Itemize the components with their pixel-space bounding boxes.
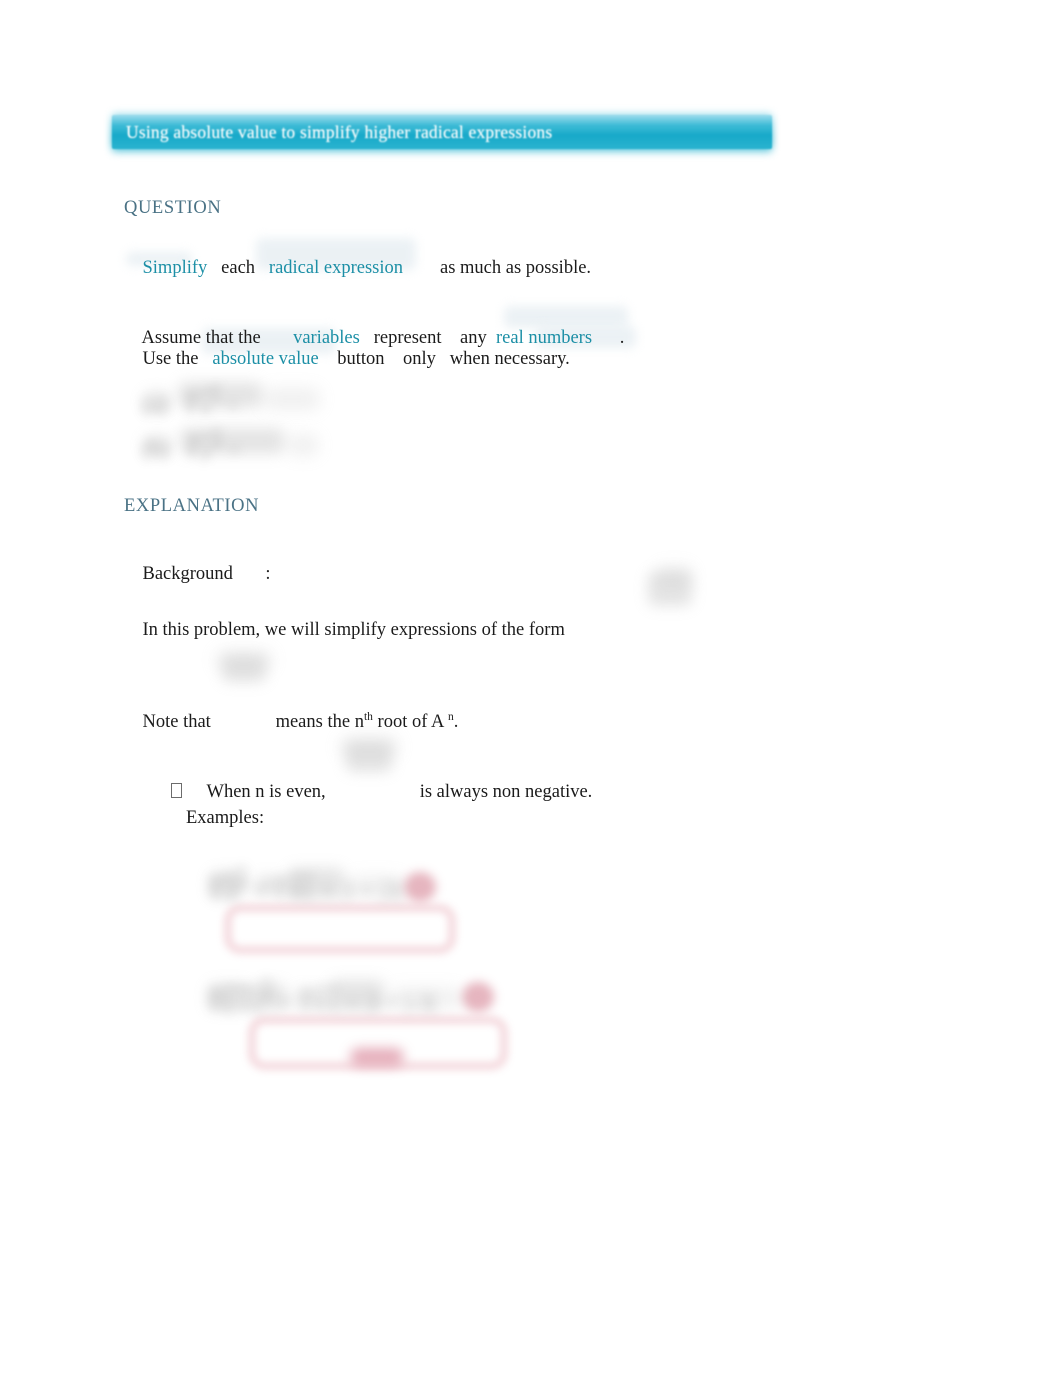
absolute-value-instruction-line: Use the absolute value button only when … <box>124 326 570 392</box>
text-in-this-problem: In this problem, we will simplify expres… <box>142 620 565 640</box>
blur-blob <box>390 988 462 1008</box>
blur-blob <box>288 868 344 898</box>
blur-blob <box>330 980 384 1010</box>
blur-blob <box>256 984 286 1010</box>
text-period: . <box>592 328 625 348</box>
text-root-of-a: root of A <box>372 712 448 732</box>
blur-blob <box>144 392 170 410</box>
text-button-only-when-necessary: button only when necessary. <box>318 349 570 369</box>
example-1-annotation-box <box>226 906 454 952</box>
text-is-always-non-negative: is always non negative. <box>419 782 593 802</box>
text-use-the: Use the <box>142 349 213 369</box>
blur-blob <box>256 876 280 894</box>
simplify-link[interactable]: Simplify <box>143 258 208 278</box>
document-title: Using absolute value to simplify higher … <box>126 121 553 142</box>
bullet-marker-icon <box>170 783 182 798</box>
blur-blob <box>208 984 250 1010</box>
blur-blob <box>180 428 284 454</box>
question-instruction-line: Simplify each radical expression as much… <box>124 235 592 301</box>
example-2-highlight-dot <box>462 982 494 1012</box>
text-when-n-is-even: When n is even, <box>206 782 326 802</box>
example-1-highlight-dot <box>404 872 436 902</box>
superscript-th: th <box>363 710 373 723</box>
blur-blob <box>144 436 170 454</box>
text-background: Background <box>142 564 233 584</box>
explanation-section-heading: EXPLANATION <box>124 496 260 516</box>
blur-blob <box>350 876 404 896</box>
document-page: Using absolute value to simplify higher … <box>0 0 1062 1377</box>
question-section-heading: QUESTION <box>124 198 222 218</box>
examples-label: Examples: <box>186 808 265 828</box>
note-that-line: Note that means the nth root of A n. <box>124 689 459 755</box>
text-period-end: . <box>453 712 459 732</box>
form-math-blur <box>656 566 692 586</box>
text-means-the-n: means the n <box>210 712 364 732</box>
text-note-that: Note that <box>142 712 211 732</box>
blur-blob <box>292 990 320 1008</box>
text-each: each <box>207 258 269 278</box>
absolute-value-link[interactable]: absolute value <box>212 349 318 369</box>
title-bar-fill: Using absolute value to simplify higher … <box>112 115 772 149</box>
document-title-bar: Using absolute value to simplify higher … <box>112 113 772 153</box>
radical-expression-link[interactable]: radical expression <box>269 258 403 278</box>
in-this-problem-line: In this problem, we will simplify expres… <box>124 597 565 663</box>
text-as-much-as-possible: as much as possible. <box>402 258 592 278</box>
example-2-annotation-chip <box>350 1048 404 1066</box>
blur-blob <box>210 872 244 898</box>
blur-blob <box>288 434 318 456</box>
text-colon: : <box>232 564 271 584</box>
